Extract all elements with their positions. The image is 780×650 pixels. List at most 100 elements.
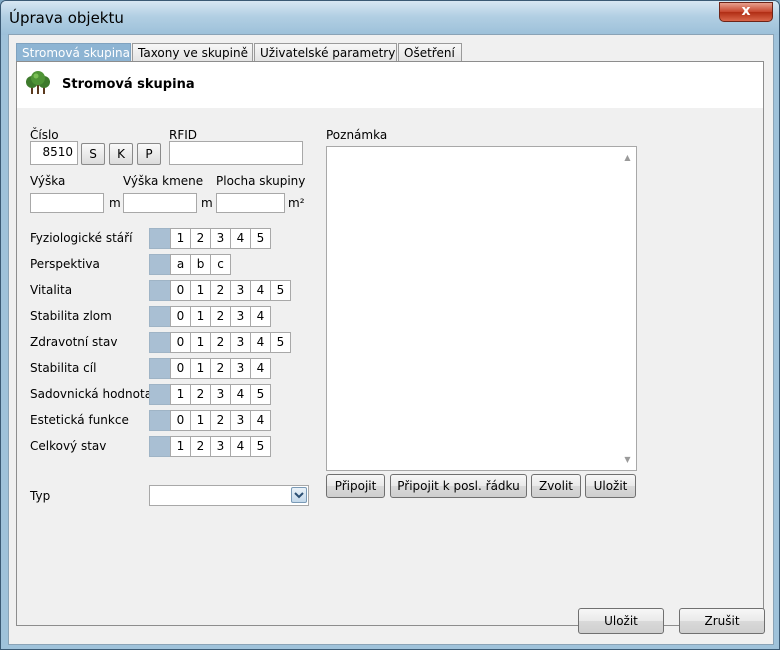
scale-empty-swatch[interactable] bbox=[149, 358, 171, 379]
scale-option[interactable]: 2 bbox=[190, 436, 211, 457]
scale-option[interactable]: 3 bbox=[230, 332, 251, 353]
rating-scale: 012345 bbox=[149, 280, 291, 301]
scale-option[interactable]: 0 bbox=[170, 306, 191, 327]
scale-option[interactable]: 5 bbox=[250, 228, 271, 249]
scale-label: Celkový stav bbox=[30, 439, 107, 453]
scale-option[interactable]: 5 bbox=[270, 280, 291, 301]
scale-option[interactable]: 4 bbox=[250, 280, 271, 301]
scale-option[interactable]: 4 bbox=[250, 410, 271, 431]
scale-option[interactable]: 0 bbox=[170, 410, 191, 431]
scale-option[interactable]: 1 bbox=[190, 358, 211, 379]
k-button[interactable]: K bbox=[109, 143, 133, 165]
scale-empty-swatch[interactable] bbox=[149, 228, 171, 249]
scale-label: Sadovnická hodnota bbox=[30, 387, 153, 401]
scale-option[interactable]: 3 bbox=[210, 436, 231, 457]
scale-option[interactable]: 1 bbox=[190, 410, 211, 431]
scale-option[interactable]: 4 bbox=[230, 228, 251, 249]
zvolit-button[interactable]: Zvolit bbox=[531, 474, 581, 498]
scale-option[interactable]: 4 bbox=[230, 384, 251, 405]
scale-option[interactable]: 1 bbox=[190, 332, 211, 353]
tab-content: Stromová skupina Číslo RFID 8510 S K P V… bbox=[16, 61, 764, 626]
pripojit-k-radku-button[interactable]: Připojit k posl. řádku bbox=[390, 474, 527, 498]
note-ulozit-button[interactable]: Uložit bbox=[585, 474, 636, 498]
scroll-down-icon[interactable]: ▼ bbox=[619, 451, 636, 468]
scale-option[interactable]: 3 bbox=[230, 306, 251, 327]
p-button[interactable]: P bbox=[137, 143, 161, 165]
vertical-scrollbar[interactable]: ▲ ▼ bbox=[619, 147, 636, 470]
scale-option[interactable]: 2 bbox=[190, 384, 211, 405]
scale-empty-swatch[interactable] bbox=[149, 384, 171, 405]
scale-option[interactable]: b bbox=[190, 254, 211, 275]
scale-option[interactable]: 2 bbox=[210, 280, 231, 301]
scale-option[interactable]: 4 bbox=[250, 332, 271, 353]
close-button[interactable]: x bbox=[719, 2, 773, 22]
poznamka-label: Poznámka bbox=[326, 128, 388, 142]
vyska-label: Výška bbox=[30, 174, 66, 188]
scale-option[interactable]: 1 bbox=[170, 436, 191, 457]
save-button[interactable]: Uložit bbox=[578, 608, 664, 634]
cancel-button[interactable]: Zrušit bbox=[679, 608, 765, 634]
scale-empty-swatch[interactable] bbox=[149, 332, 171, 353]
chevron-down-icon[interactable] bbox=[291, 487, 307, 503]
scale-option[interactable]: 5 bbox=[270, 332, 291, 353]
scale-option[interactable]: 3 bbox=[230, 280, 251, 301]
scale-empty-swatch[interactable] bbox=[149, 306, 171, 327]
scale-option[interactable]: 3 bbox=[210, 228, 231, 249]
scale-option[interactable]: 1 bbox=[190, 280, 211, 301]
window-title: Úprava objektu bbox=[9, 9, 124, 27]
tab-taxony-ve-skupine[interactable]: Taxony ve skupině bbox=[132, 43, 253, 63]
rating-scale: 12345 bbox=[149, 384, 271, 405]
tab-stromova-skupina[interactable]: Stromová skupina bbox=[16, 43, 131, 63]
scale-empty-swatch[interactable] bbox=[149, 410, 171, 431]
vyska-unit: m bbox=[109, 196, 121, 210]
scale-option[interactable]: 0 bbox=[170, 358, 191, 379]
vyska-kmene-label: Výška kmene bbox=[123, 174, 204, 188]
vyska-kmene-input[interactable] bbox=[123, 193, 197, 213]
scale-label: Zdravotní stav bbox=[30, 335, 118, 349]
scale-option[interactable]: a bbox=[170, 254, 191, 275]
dialog-client-area: Stromová skupina Taxony ve skupině Uživa… bbox=[8, 34, 774, 645]
scale-option[interactable]: 2 bbox=[210, 410, 231, 431]
scale-option[interactable]: 0 bbox=[170, 332, 191, 353]
scale-option[interactable]: 1 bbox=[170, 228, 191, 249]
cislo-input[interactable]: 8510 bbox=[30, 141, 78, 165]
scale-option[interactable]: 5 bbox=[250, 384, 271, 405]
scale-empty-swatch[interactable] bbox=[149, 436, 171, 457]
rating-scale: 12345 bbox=[149, 436, 271, 457]
scale-option[interactable]: 0 bbox=[170, 280, 191, 301]
scale-option[interactable]: 2 bbox=[210, 306, 231, 327]
scroll-up-icon[interactable]: ▲ bbox=[619, 149, 636, 166]
scale-option[interactable]: 3 bbox=[230, 358, 251, 379]
scale-option[interactable]: 4 bbox=[250, 306, 271, 327]
rating-scale: 012345 bbox=[149, 332, 291, 353]
tab-uzivatelske-parametry[interactable]: Uživatelské parametry bbox=[254, 43, 397, 63]
scale-empty-swatch[interactable] bbox=[149, 280, 171, 301]
scale-option[interactable]: 3 bbox=[210, 384, 231, 405]
scale-option[interactable]: 3 bbox=[230, 410, 251, 431]
tab-label: Uživatelské parametry bbox=[260, 46, 396, 60]
scale-option[interactable]: 2 bbox=[190, 228, 211, 249]
vyska-kmene-unit: m bbox=[201, 196, 213, 210]
plocha-input[interactable] bbox=[216, 193, 285, 213]
vyska-input[interactable] bbox=[30, 193, 104, 213]
rating-scale: 01234 bbox=[149, 306, 271, 327]
scale-option[interactable]: 5 bbox=[250, 436, 271, 457]
rating-scale: 12345 bbox=[149, 228, 271, 249]
pripojit-button[interactable]: Připojit bbox=[326, 474, 385, 498]
scale-option[interactable]: c bbox=[210, 254, 231, 275]
scale-option[interactable]: 4 bbox=[230, 436, 251, 457]
scale-empty-swatch[interactable] bbox=[149, 254, 171, 275]
scale-option[interactable]: 4 bbox=[250, 358, 271, 379]
scale-option[interactable]: 2 bbox=[210, 358, 231, 379]
scale-option[interactable]: 1 bbox=[190, 306, 211, 327]
rfid-input[interactable] bbox=[169, 141, 303, 165]
s-button[interactable]: S bbox=[81, 143, 105, 165]
typ-select[interactable] bbox=[149, 485, 309, 506]
scale-option[interactable]: 1 bbox=[170, 384, 191, 405]
tab-osetreni[interactable]: Ošetření bbox=[398, 43, 462, 63]
rating-scale: abc bbox=[149, 254, 231, 275]
plocha-label: Plocha skupiny bbox=[216, 174, 306, 188]
scale-option[interactable]: 2 bbox=[210, 332, 231, 353]
poznamka-textarea[interactable]: ▲ ▼ bbox=[326, 146, 637, 471]
tree-group-icon bbox=[26, 71, 50, 94]
